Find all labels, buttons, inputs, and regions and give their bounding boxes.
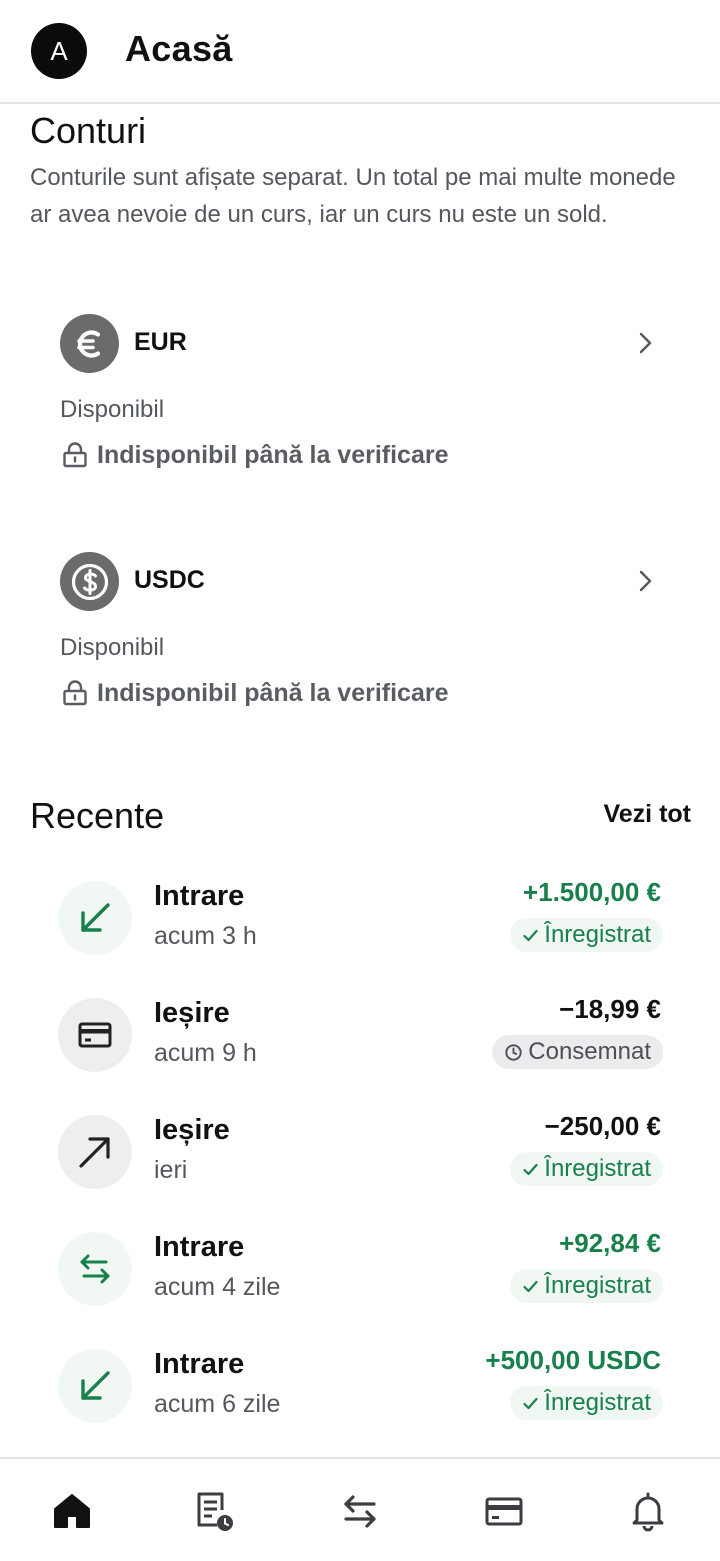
- transaction-type: Intrare: [154, 880, 245, 912]
- transaction-amount: +1.500,00 €: [522, 877, 661, 907]
- bottom-navigation: [0, 1457, 720, 1561]
- verification-status: Indisponibil până la verificare: [60, 678, 449, 708]
- status-text: Înregistrat: [544, 1272, 651, 1299]
- chevron-right-icon: [639, 570, 652, 592]
- transaction-amount: +92,84 €: [559, 1228, 661, 1258]
- recent-section-title: Recente: [30, 795, 165, 836]
- nav-home[interactable]: [48, 1487, 96, 1535]
- chevron-right-icon: [639, 332, 652, 354]
- arrow-down-left-icon: [58, 881, 132, 955]
- exchange-icon: [58, 1232, 132, 1306]
- status-text: Înregistrat: [544, 921, 651, 948]
- transaction-amount: −250,00 €: [544, 1111, 661, 1141]
- transaction-row[interactable]: Ieșire ieri −250,00 € Înregistrat: [58, 1111, 663, 1194]
- accounts-description: Conturile sunt afișate separat. Un total…: [30, 164, 676, 228]
- app-header: A Acasă: [0, 0, 720, 104]
- transaction-time: acum 4 zile: [154, 1273, 281, 1301]
- transaction-time: acum 9 h: [154, 1039, 257, 1067]
- available-label: Disponibil: [60, 396, 165, 423]
- nav-transfer[interactable]: [336, 1487, 384, 1535]
- status-badge: Înregistrat: [510, 1152, 663, 1186]
- status-text: Înregistrat: [544, 1389, 651, 1416]
- transaction-type: Ieșire: [154, 1114, 230, 1146]
- check-icon: [523, 929, 538, 941]
- transaction-type: Ieșire: [154, 997, 230, 1029]
- transaction-row[interactable]: Intrare acum 6 zile +500,00 USDC Înregis…: [58, 1345, 663, 1428]
- status-text: Înregistrat: [544, 1155, 651, 1182]
- accounts-section-title: Conturi: [30, 110, 147, 151]
- euro-icon: [60, 314, 119, 373]
- nav-statements[interactable]: [190, 1487, 238, 1535]
- account-code: USDC: [134, 566, 205, 594]
- arrow-up-right-icon: [58, 1115, 132, 1189]
- lock-icon: [63, 680, 87, 706]
- transaction-time: acum 3 h: [154, 922, 257, 950]
- nav-notifications[interactable]: [624, 1487, 672, 1535]
- see-all-link[interactable]: Vezi tot: [603, 800, 691, 829]
- account-code: EUR: [134, 328, 187, 356]
- transaction-time: ieri: [154, 1156, 188, 1184]
- verification-status-text: Indisponibil până la verificare: [97, 678, 449, 707]
- status-badge: Consemnat: [492, 1035, 663, 1069]
- page-title: Acasă: [125, 28, 233, 69]
- arrow-down-left-icon: [58, 1349, 132, 1423]
- transaction-amount: −18,99 €: [559, 994, 661, 1024]
- check-icon: [523, 1163, 538, 1175]
- dollar-coin-icon: [60, 552, 119, 611]
- bell-icon: [632, 1492, 664, 1532]
- account-card-eur[interactable]: EUR Disponibil Indisponibil până la veri…: [60, 314, 670, 484]
- nav-cards[interactable]: [480, 1487, 528, 1535]
- transaction-type: Intrare: [154, 1348, 245, 1380]
- transaction-amount: +500,00 USDC: [485, 1345, 661, 1375]
- home-icon: [54, 1494, 90, 1528]
- clock-icon: [505, 1043, 522, 1061]
- check-icon: [523, 1280, 538, 1292]
- transaction-row[interactable]: Intrare acum 4 zile +92,84 € Înregistrat: [58, 1228, 663, 1311]
- card-icon: [485, 1497, 523, 1526]
- verification-status: Indisponibil până la verificare: [60, 440, 449, 470]
- avatar[interactable]: A: [31, 23, 87, 79]
- status-text: Consemnat: [528, 1038, 651, 1065]
- check-icon: [523, 1397, 538, 1409]
- transaction-row[interactable]: Ieșire acum 9 h −18,99 € Consemnat: [58, 994, 663, 1077]
- transaction-row[interactable]: Intrare acum 3 h +1.500,00 € Înregistrat: [58, 877, 663, 960]
- status-badge: Înregistrat: [510, 1386, 663, 1420]
- account-card-usdc[interactable]: USDC Disponibil Indisponibil până la ver…: [60, 552, 670, 722]
- available-label: Disponibil: [60, 634, 165, 661]
- transaction-time: acum 6 zile: [154, 1390, 281, 1418]
- lock-icon: [63, 442, 87, 468]
- status-badge: Înregistrat: [510, 918, 663, 952]
- transaction-type: Intrare: [154, 1231, 245, 1263]
- transfer-icon: [344, 1495, 376, 1528]
- statements-icon: [197, 1492, 233, 1531]
- status-badge: Înregistrat: [510, 1269, 663, 1303]
- card-icon: [58, 998, 132, 1072]
- verification-status-text: Indisponibil până la verificare: [97, 440, 449, 469]
